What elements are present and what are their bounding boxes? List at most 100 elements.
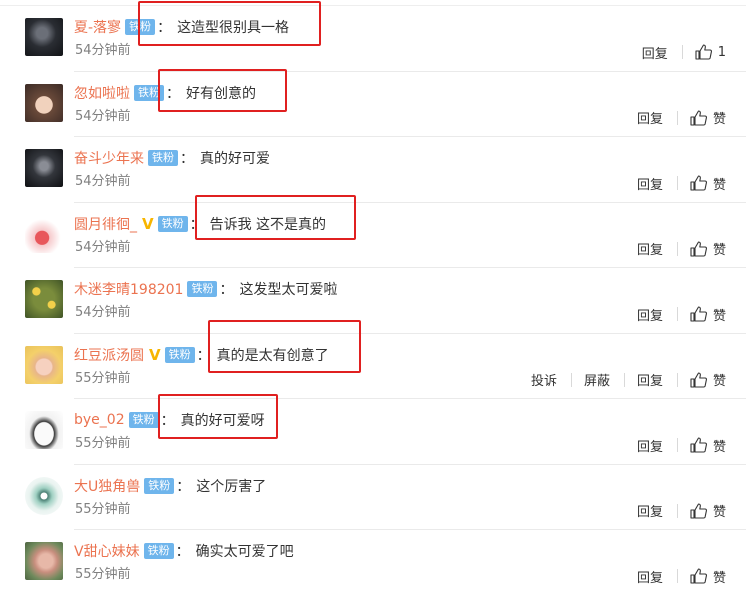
highlight-box bbox=[158, 69, 287, 112]
avatar[interactable] bbox=[25, 345, 63, 384]
comment-item: 圆月徘徊_ V 铁粉 ： 告诉我 这不是真的 54分钟前 回复 赞 bbox=[0, 203, 746, 268]
comment-time: 54分钟前 bbox=[75, 174, 131, 189]
comment-text: 真的好可爱 bbox=[200, 151, 270, 167]
fan-badge[interactable]: 铁粉 bbox=[148, 150, 178, 166]
block-button[interactable]: 屏蔽 bbox=[584, 370, 610, 389]
fan-badge[interactable]: 铁粉 bbox=[157, 215, 188, 232]
thumbs-up-icon bbox=[690, 175, 707, 191]
comment-username[interactable]: 红豆派汤圆 bbox=[74, 345, 144, 365]
like-label: 赞 bbox=[712, 308, 726, 324]
thumbs-up-icon bbox=[690, 240, 707, 257]
comment-time: 55分钟前 bbox=[75, 436, 131, 451]
reply-button[interactable]: 回复 bbox=[642, 43, 668, 62]
action-divider bbox=[676, 307, 678, 321]
comment-username[interactable]: V甜心妹妹 bbox=[74, 541, 140, 561]
comment-time: 55分钟前 bbox=[75, 370, 131, 386]
action-divider bbox=[676, 372, 678, 387]
like-button[interactable]: 赞 bbox=[690, 174, 726, 193]
avatar[interactable] bbox=[25, 214, 63, 253]
like-button[interactable]: 赞 bbox=[690, 436, 726, 455]
colon: ： bbox=[180, 151, 194, 167]
reply-button[interactable]: 回复 bbox=[637, 239, 663, 258]
like-button[interactable]: 赞 bbox=[690, 567, 726, 586]
colon: ： bbox=[219, 282, 234, 298]
fan-badge[interactable]: 铁粉 bbox=[128, 412, 159, 428]
comment-item: bye_02 铁粉 ： 真的好可爱呀 55分钟前 回复 赞 bbox=[0, 399, 746, 465]
like-button[interactable]: 赞 bbox=[690, 239, 726, 258]
action-divider bbox=[676, 110, 678, 125]
like-label: 赞 bbox=[712, 439, 726, 455]
comment-item: 奋斗少年来 铁粉 ： 真的好可爱 54分钟前 回复 赞 bbox=[0, 137, 746, 203]
thumbs-up-icon bbox=[690, 306, 707, 322]
comment-item: 木迷李晴198201 铁粉 ： 这发型太可爱啦 54分钟前 回复 赞 bbox=[0, 268, 746, 334]
avatar[interactable] bbox=[25, 542, 63, 580]
like-label: 赞 bbox=[712, 570, 726, 586]
colon: ： bbox=[175, 544, 190, 560]
fan-badge[interactable]: 铁粉 bbox=[187, 281, 218, 297]
thumbs-up-icon bbox=[695, 44, 712, 60]
reply-button[interactable]: 回复 bbox=[637, 108, 663, 127]
like-button[interactable]: 赞 bbox=[690, 108, 726, 127]
comment-time: 54分钟前 bbox=[75, 108, 131, 124]
comment-time: 55分钟前 bbox=[75, 501, 131, 517]
comment-time: 54分钟前 bbox=[75, 305, 131, 320]
like-button[interactable]: 赞 bbox=[690, 370, 726, 389]
thumbs-up-icon bbox=[690, 502, 707, 519]
report-button[interactable]: 投诉 bbox=[531, 370, 557, 389]
thumbs-up-icon bbox=[690, 568, 707, 584]
reply-button[interactable]: 回复 bbox=[637, 501, 663, 520]
fan-badge[interactable]: 铁粉 bbox=[164, 346, 195, 363]
comment-username[interactable]: 奋斗少年来 bbox=[74, 148, 144, 168]
highlight-box bbox=[208, 320, 361, 373]
highlight-box bbox=[158, 394, 278, 439]
avatar[interactable] bbox=[25, 476, 63, 515]
reply-button[interactable]: 回复 bbox=[637, 567, 663, 586]
comment-time: 54分钟前 bbox=[75, 43, 131, 58]
comment-time: 54分钟前 bbox=[75, 239, 131, 255]
comment-username[interactable]: bye_02 bbox=[74, 412, 125, 428]
action-divider bbox=[676, 503, 678, 518]
avatar[interactable] bbox=[25, 280, 63, 318]
action-divider bbox=[676, 241, 678, 256]
like-label: 赞 bbox=[712, 112, 726, 127]
thumbs-up-icon bbox=[690, 437, 707, 453]
reply-button[interactable]: 回复 bbox=[637, 174, 663, 193]
avatar[interactable] bbox=[25, 83, 63, 122]
fan-badge[interactable]: 铁粉 bbox=[144, 477, 175, 494]
reply-button[interactable]: 回复 bbox=[637, 370, 663, 389]
like-label: 赞 bbox=[712, 243, 726, 258]
comment-username[interactable]: 大U独角兽 bbox=[74, 476, 140, 496]
comment-item: 夏-落寥 铁粉 ： 这造型很别具一格 54分钟前 回复 1 bbox=[0, 6, 746, 72]
comment-username[interactable]: 忽如啦啦 bbox=[74, 83, 130, 103]
comment-time: 55分钟前 bbox=[75, 567, 131, 582]
like-button[interactable]: 赞 bbox=[690, 305, 726, 324]
like-button[interactable]: 1 bbox=[695, 44, 726, 60]
action-divider bbox=[570, 372, 572, 387]
vip-badge-icon: V bbox=[149, 345, 161, 364]
avatar[interactable] bbox=[25, 149, 63, 187]
reply-button[interactable]: 回复 bbox=[637, 436, 663, 455]
like-label: 赞 bbox=[712, 177, 726, 193]
action-divider bbox=[623, 372, 625, 387]
action-divider bbox=[681, 45, 683, 59]
action-divider bbox=[676, 569, 678, 583]
avatar[interactable] bbox=[25, 411, 63, 449]
comment-username[interactable]: 夏-落寥 bbox=[74, 17, 121, 37]
like-count: 1 bbox=[717, 44, 726, 60]
comment-item: 红豆派汤圆 V 铁粉 ： 真的是太有创意了 55分钟前 投诉 屏蔽 回复 赞 bbox=[0, 334, 746, 399]
comment-item: 大U独角兽 铁粉 ： 这个厉害了 55分钟前 回复 赞 bbox=[0, 465, 746, 530]
avatar[interactable] bbox=[25, 18, 63, 56]
fan-badge[interactable]: 铁粉 bbox=[143, 543, 174, 559]
colon: ： bbox=[176, 478, 191, 495]
like-button[interactable]: 赞 bbox=[690, 501, 726, 520]
like-label: 赞 bbox=[712, 505, 726, 520]
thumbs-up-icon bbox=[690, 371, 707, 388]
comment-item: 忽如啦啦 铁粉 ： 好有创意的 54分钟前 回复 赞 bbox=[0, 72, 746, 137]
comment-username[interactable]: 圆月徘徊_ bbox=[74, 214, 137, 234]
comment-text: 这发型太可爱啦 bbox=[239, 282, 338, 298]
comment-text: 这个厉害了 bbox=[196, 478, 267, 495]
comment-username[interactable]: 木迷李晴198201 bbox=[74, 279, 183, 299]
like-label: 赞 bbox=[712, 374, 726, 389]
highlight-box bbox=[195, 195, 356, 240]
reply-button[interactable]: 回复 bbox=[637, 305, 663, 324]
